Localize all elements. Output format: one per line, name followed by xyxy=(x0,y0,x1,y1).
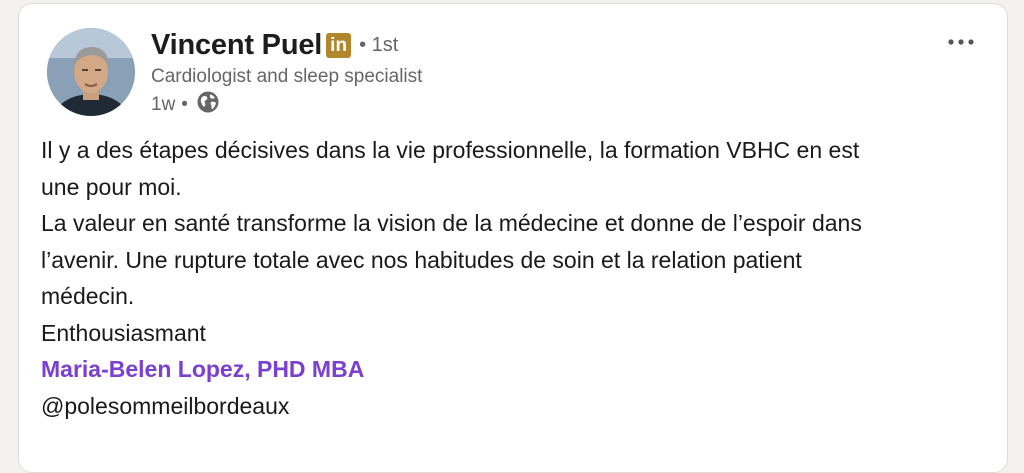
post-body-line: une pour moi. xyxy=(41,173,182,200)
author-headline: Cardiologist and sleep specialist xyxy=(151,66,423,87)
connection-degree: • 1st xyxy=(359,33,399,56)
linkedin-premium-icon: in xyxy=(326,32,352,58)
post-body-line: l’avenir. Une rupture totale avec nos ha… xyxy=(41,246,802,273)
post-body-line: La valeur en santé transforme la vision … xyxy=(41,210,862,236)
more-options-button[interactable] xyxy=(945,30,977,54)
author-name-row: Vincent Puel in • 1st xyxy=(151,28,398,62)
post-body: Il y a des étapes décisives dans la vie … xyxy=(41,132,991,424)
post-body-line: médecin. xyxy=(41,283,135,309)
avatar-photo xyxy=(47,28,135,116)
handle-text: @polesommeilbordeaux xyxy=(41,392,290,419)
mention-link[interactable]: Maria-Belen Lopez, PHD MBA xyxy=(41,351,991,388)
globe-icon xyxy=(196,90,220,120)
meta-separator: • xyxy=(181,94,188,115)
more-horizontal-icon xyxy=(948,39,974,45)
post-body-line: Il y a des étapes décisives dans la vie … xyxy=(41,137,860,163)
post-meta: 1w • xyxy=(151,90,220,120)
post-card: Vincent Puel in • 1st Cardiologist and s… xyxy=(18,3,1008,473)
author-name[interactable]: Vincent Puel xyxy=(151,29,322,62)
post-time[interactable]: 1w xyxy=(151,94,175,116)
avatar[interactable] xyxy=(47,28,135,116)
post-body-line: Enthousiasmant xyxy=(41,319,206,346)
